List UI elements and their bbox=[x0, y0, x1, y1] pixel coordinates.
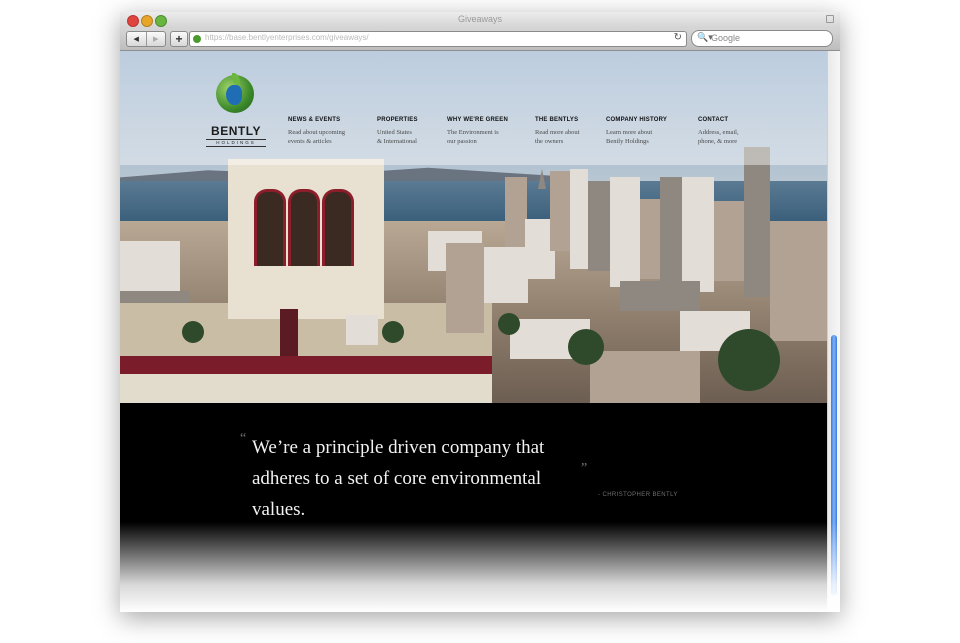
title-bar: Giveaways bbox=[120, 12, 840, 28]
hero-photo: BENTLY HOLDINGS NEWS & EVENTS Read about… bbox=[120, 51, 828, 403]
nav-item-the-bentlys[interactable]: THE BENTLYS Read more about the owners bbox=[535, 117, 579, 146]
history-buttons: ◀ ▶ bbox=[126, 31, 166, 47]
back-button[interactable]: ◀ bbox=[127, 32, 146, 46]
search-placeholder: Google bbox=[711, 33, 741, 43]
nav-item-contact[interactable]: CONTACT Address, email, phone, & more bbox=[698, 117, 739, 146]
nav-item-why-green[interactable]: WHY WE'RE GREEN The Environment is our p… bbox=[447, 117, 508, 146]
quote-attribution: - CHRISTOPHER BENTLY bbox=[598, 492, 678, 498]
reload-icon[interactable]: ↻ bbox=[674, 32, 682, 43]
logo-subtitle: HOLDINGS bbox=[206, 139, 266, 147]
site-favicon-icon bbox=[193, 35, 201, 43]
address-text: https://base.bentlyenterprises.com/givea… bbox=[205, 33, 369, 42]
window-title: Giveaways bbox=[457, 14, 502, 24]
nav-item-properties[interactable]: PROPERTIES United States & International bbox=[377, 117, 418, 146]
site-header: BENTLY HOLDINGS NEWS & EVENTS Read about… bbox=[120, 51, 828, 165]
close-quote-mark: ” bbox=[581, 461, 588, 476]
address-bar[interactable]: https://base.bentlyenterprises.com/givea… bbox=[189, 31, 687, 47]
search-field[interactable]: 🔍▾ Google bbox=[691, 30, 833, 47]
quote-section: “ We’re a principle driven company that … bbox=[120, 403, 828, 612]
vertical-scrollbar[interactable] bbox=[827, 51, 840, 612]
browser-window: Giveaways ◀ ▶ + https://base.bentlyenter… bbox=[120, 12, 840, 612]
nav-item-company-history[interactable]: COMPANY HISTORY Learn more about Bently … bbox=[606, 117, 667, 146]
browser-toolbar: ◀ ▶ + https://base.bentlyenterprises.com… bbox=[120, 28, 840, 51]
open-quote-mark: “ bbox=[240, 431, 247, 446]
add-bookmark-button[interactable]: + bbox=[170, 31, 188, 47]
scrollbar-thumb[interactable] bbox=[831, 335, 837, 595]
nav-item-news-events[interactable]: NEWS & EVENTS Read about upcoming events… bbox=[288, 117, 345, 146]
quote-text: We’re a principle driven company that ad… bbox=[252, 437, 545, 520]
forward-button[interactable]: ▶ bbox=[145, 32, 166, 46]
logo-wordmark[interactable]: BENTLY bbox=[206, 124, 266, 138]
lock-icon bbox=[826, 15, 834, 23]
page-content: BENTLY HOLDINGS NEWS & EVENTS Read about… bbox=[120, 51, 828, 612]
